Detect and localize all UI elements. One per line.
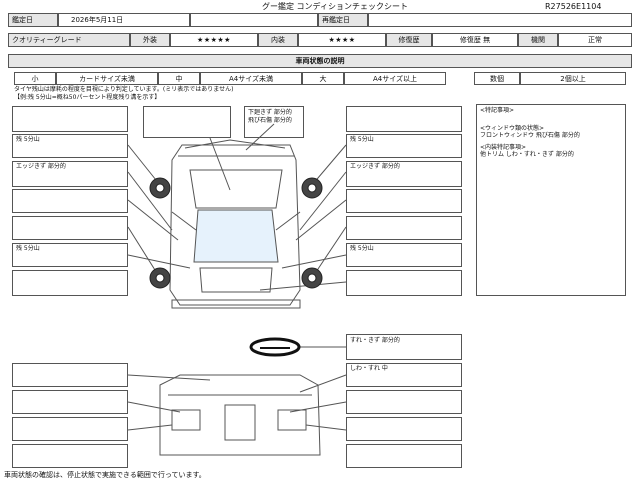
steering-label: すれ・きず 部分的: [350, 337, 400, 344]
top-center-label-2: 飛び石傷 部分的: [248, 117, 292, 124]
car-diagram: [127, 123, 347, 456]
left-tire-rear-label: 残 5分山: [16, 245, 40, 252]
steering-wheel-icon: [249, 337, 301, 357]
right-tire-rear-label: 残 5分山: [350, 245, 374, 252]
top-center-label-1: 下廻きず 部分的: [248, 109, 292, 116]
right-edge-label: エッジきず 部分的: [350, 163, 400, 170]
tire-front-left: [149, 177, 171, 199]
left-tire-front-label: 残 5分山: [16, 136, 40, 143]
footer-note: 車両状態の確認は、停止状態で実施できる範囲で行っています。: [4, 471, 206, 479]
right-tire-front-label: 残 5分山: [350, 136, 374, 143]
tire-front-right: [301, 177, 323, 199]
left-edge-label: エッジきず 部分的: [16, 163, 66, 170]
seat-label: しわ・すれ 中: [350, 365, 388, 372]
tire-rear-right: [301, 267, 323, 289]
tire-rear-left: [149, 267, 171, 289]
